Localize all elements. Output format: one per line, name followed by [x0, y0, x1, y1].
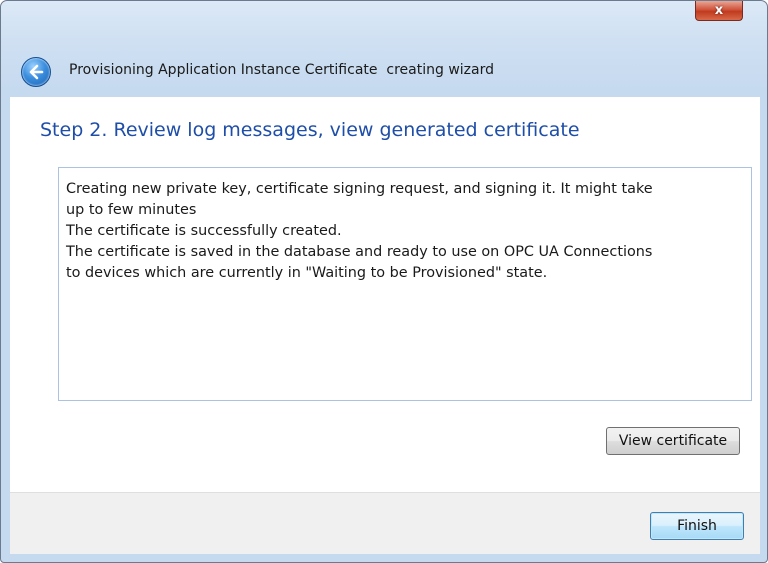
log-line: The certificate is successfully created. — [66, 223, 342, 239]
wizard-footer: Finish — [10, 492, 760, 554]
finish-button[interactable]: Finish — [650, 512, 744, 540]
wizard-title: Provisioning Application Instance Certif… — [69, 62, 494, 78]
wizard-header: Provisioning Application Instance Certif… — [9, 51, 759, 95]
wizard-window: x Provisioning Application Instance Cert… — [0, 0, 768, 563]
step-title: Step 2. Review log messages, view genera… — [40, 119, 580, 141]
log-line: The certificate is saved in the database… — [66, 244, 653, 260]
log-line: to devices which are currently in "Waiti… — [66, 265, 548, 281]
log-messages-box[interactable]: Creating new private key, certificate si… — [58, 167, 752, 401]
close-button[interactable]: x — [695, 1, 743, 21]
view-certificate-button[interactable]: View certificate — [606, 427, 740, 455]
wizard-content: Step 2. Review log messages, view genera… — [10, 97, 760, 492]
back-arrow-icon — [29, 64, 44, 80]
log-line: up to few minutes — [66, 202, 197, 218]
log-line: Creating new private key, certificate si… — [66, 181, 653, 197]
back-button[interactable] — [21, 57, 51, 87]
close-icon: x — [714, 3, 724, 18]
title-bar[interactable]: x — [1, 1, 767, 41]
